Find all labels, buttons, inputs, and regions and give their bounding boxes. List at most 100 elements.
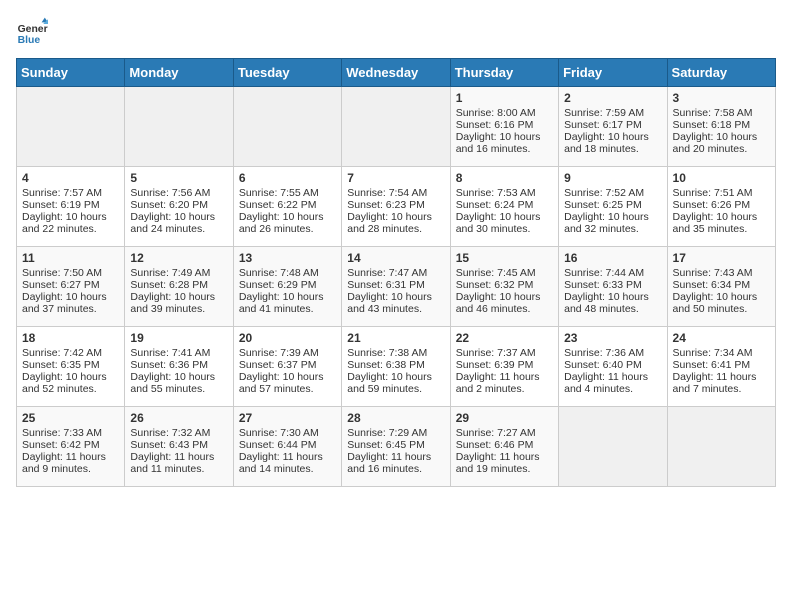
sunrise: Sunrise: 7:52 AM bbox=[564, 187, 644, 199]
sunset: Sunset: 6:25 PM bbox=[564, 199, 642, 211]
sunrise: Sunrise: 7:57 AM bbox=[22, 187, 102, 199]
svg-text:Blue: Blue bbox=[18, 35, 41, 46]
day-number: 24 bbox=[673, 331, 770, 345]
calendar-cell: 7Sunrise: 7:54 AMSunset: 6:23 PMDaylight… bbox=[342, 167, 450, 247]
sunset: Sunset: 6:44 PM bbox=[239, 439, 317, 451]
day-number: 8 bbox=[456, 171, 553, 185]
sunset: Sunset: 6:28 PM bbox=[130, 279, 208, 291]
day-number: 27 bbox=[239, 411, 336, 425]
daylight: Daylight: 10 hours and 39 minutes. bbox=[130, 291, 215, 315]
sunrise: Sunrise: 7:45 AM bbox=[456, 267, 536, 279]
day-number: 17 bbox=[673, 251, 770, 265]
calendar-table: SundayMondayTuesdayWednesdayThursdayFrid… bbox=[16, 58, 776, 487]
daylight: Daylight: 10 hours and 41 minutes. bbox=[239, 291, 324, 315]
calendar-cell: 25Sunrise: 7:33 AMSunset: 6:42 PMDayligh… bbox=[17, 407, 125, 487]
sunset: Sunset: 6:45 PM bbox=[347, 439, 425, 451]
daylight: Daylight: 10 hours and 26 minutes. bbox=[239, 211, 324, 235]
sunset: Sunset: 6:41 PM bbox=[673, 359, 751, 371]
sunrise: Sunrise: 7:36 AM bbox=[564, 347, 644, 359]
daylight: Daylight: 11 hours and 11 minutes. bbox=[130, 451, 214, 475]
sunset: Sunset: 6:16 PM bbox=[456, 119, 534, 131]
daylight: Daylight: 10 hours and 18 minutes. bbox=[564, 131, 649, 155]
sunset: Sunset: 6:26 PM bbox=[673, 199, 751, 211]
daylight: Daylight: 10 hours and 55 minutes. bbox=[130, 371, 215, 395]
calendar-cell: 29Sunrise: 7:27 AMSunset: 6:46 PMDayligh… bbox=[450, 407, 558, 487]
day-number: 7 bbox=[347, 171, 444, 185]
calendar-cell: 28Sunrise: 7:29 AMSunset: 6:45 PMDayligh… bbox=[342, 407, 450, 487]
daylight: Daylight: 11 hours and 2 minutes. bbox=[456, 371, 540, 395]
sunrise: Sunrise: 7:27 AM bbox=[456, 427, 536, 439]
sunrise: Sunrise: 7:33 AM bbox=[22, 427, 102, 439]
sunrise: Sunrise: 7:58 AM bbox=[673, 107, 753, 119]
day-number: 25 bbox=[22, 411, 119, 425]
daylight: Daylight: 10 hours and 24 minutes. bbox=[130, 211, 215, 235]
daylight: Daylight: 10 hours and 43 minutes. bbox=[347, 291, 432, 315]
sunrise: Sunrise: 7:59 AM bbox=[564, 107, 644, 119]
sunrise: Sunrise: 7:55 AM bbox=[239, 187, 319, 199]
logo-icon: General Blue bbox=[16, 16, 48, 48]
sunset: Sunset: 6:32 PM bbox=[456, 279, 534, 291]
sunset: Sunset: 6:35 PM bbox=[22, 359, 100, 371]
daylight: Daylight: 10 hours and 32 minutes. bbox=[564, 211, 649, 235]
day-header-monday: Monday bbox=[125, 59, 233, 87]
calendar-cell: 9Sunrise: 7:52 AMSunset: 6:25 PMDaylight… bbox=[559, 167, 667, 247]
day-header-saturday: Saturday bbox=[667, 59, 775, 87]
day-number: 15 bbox=[456, 251, 553, 265]
day-number: 5 bbox=[130, 171, 227, 185]
calendar-cell: 19Sunrise: 7:41 AMSunset: 6:36 PMDayligh… bbox=[125, 327, 233, 407]
daylight: Daylight: 11 hours and 7 minutes. bbox=[673, 371, 757, 395]
sunrise: Sunrise: 7:30 AM bbox=[239, 427, 319, 439]
calendar-cell: 15 Sunrise: 7:45 AMSunset: 6:32 PMDayligh… bbox=[450, 247, 558, 327]
page-header: General Blue bbox=[16, 16, 776, 48]
sunset: Sunset: 6:38 PM bbox=[347, 359, 425, 371]
day-header-sunday: Sunday bbox=[17, 59, 125, 87]
calendar-cell: 16Sunrise: 7:44 AMSunset: 6:33 PMDayligh… bbox=[559, 247, 667, 327]
logo: General Blue bbox=[16, 16, 48, 48]
sunset: Sunset: 6:46 PM bbox=[456, 439, 534, 451]
day-number: 23 bbox=[564, 331, 661, 345]
daylight: Daylight: 10 hours and 30 minutes. bbox=[456, 211, 541, 235]
calendar-cell: 24 Sunrise: 7:34 AMSunset: 6:41 PMDayligh… bbox=[667, 327, 775, 407]
calendar-cell: 22Sunrise: 7:37 AMSunset: 6:39 PMDayligh… bbox=[450, 327, 558, 407]
daylight: Daylight: 10 hours and 22 minutes. bbox=[22, 211, 107, 235]
calendar-week-1: 1Sunrise: 8:00 AMSunset: 6:16 PMDaylight… bbox=[17, 87, 776, 167]
sunset: Sunset: 6:19 PM bbox=[22, 199, 100, 211]
calendar-cell: 27Sunrise: 7:30 AMSunset: 6:44 PMDayligh… bbox=[233, 407, 341, 487]
calendar-cell: 5Sunrise: 7:56 AMSunset: 6:20 PMDaylight… bbox=[125, 167, 233, 247]
calendar-cell: 23Sunrise: 7:36 AMSunset: 6:40 PMDayligh… bbox=[559, 327, 667, 407]
sunset: Sunset: 6:39 PM bbox=[456, 359, 534, 371]
calendar-cell bbox=[125, 87, 233, 167]
daylight: Daylight: 10 hours and 59 minutes. bbox=[347, 371, 432, 395]
sunset: Sunset: 6:33 PM bbox=[564, 279, 642, 291]
daylight: Daylight: 10 hours and 50 minutes. bbox=[673, 291, 758, 315]
daylight: Daylight: 10 hours and 57 minutes. bbox=[239, 371, 324, 395]
sunset: Sunset: 6:23 PM bbox=[347, 199, 425, 211]
day-number: 4 bbox=[22, 171, 119, 185]
calendar-week-5: 25Sunrise: 7:33 AMSunset: 6:42 PMDayligh… bbox=[17, 407, 776, 487]
sunrise: Sunrise: 7:56 AM bbox=[130, 187, 210, 199]
calendar-cell bbox=[233, 87, 341, 167]
daylight: Daylight: 10 hours and 46 minutes. bbox=[456, 291, 541, 315]
day-number: 18 bbox=[22, 331, 119, 345]
day-header-tuesday: Tuesday bbox=[233, 59, 341, 87]
sunset: Sunset: 6:34 PM bbox=[673, 279, 751, 291]
sunrise: Sunrise: 7:42 AM bbox=[22, 347, 102, 359]
svg-text:General: General bbox=[18, 24, 48, 35]
day-number: 21 bbox=[347, 331, 444, 345]
sunrise: Sunrise: 7:32 AM bbox=[130, 427, 210, 439]
day-number: 11 bbox=[22, 251, 119, 265]
daylight: Daylight: 11 hours and 16 minutes. bbox=[347, 451, 431, 475]
calendar-cell: 13Sunrise: 7:48 AMSunset: 6:29 PMDayligh… bbox=[233, 247, 341, 327]
calendar-cell: 17Sunrise: 7:43 AMSunset: 6:34 PMDayligh… bbox=[667, 247, 775, 327]
sunrise: Sunrise: 7:34 AM bbox=[673, 347, 753, 359]
day-number: 2 bbox=[564, 91, 661, 105]
calendar-cell: 21Sunrise: 7:38 AMSunset: 6:38 PMDayligh… bbox=[342, 327, 450, 407]
daylight: Daylight: 10 hours and 37 minutes. bbox=[22, 291, 107, 315]
calendar-cell: 3Sunrise: 7:58 AMSunset: 6:18 PMDaylight… bbox=[667, 87, 775, 167]
sunrise: Sunrise: 7:37 AM bbox=[456, 347, 536, 359]
calendar-cell bbox=[342, 87, 450, 167]
calendar-cell: 11Sunrise: 7:50 AMSunset: 6:27 PMDayligh… bbox=[17, 247, 125, 327]
sunrise: Sunrise: 7:29 AM bbox=[347, 427, 427, 439]
sunset: Sunset: 6:24 PM bbox=[456, 199, 534, 211]
day-header-thursday: Thursday bbox=[450, 59, 558, 87]
